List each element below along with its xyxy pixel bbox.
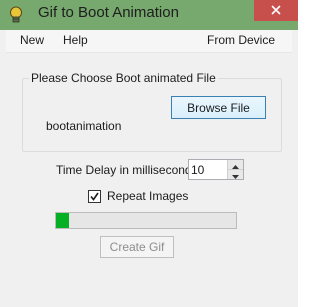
selected-file-name: bootanimation bbox=[46, 119, 122, 133]
lightbulb-app-icon bbox=[9, 6, 23, 24]
repeat-images-checkbox[interactable] bbox=[88, 190, 101, 203]
time-delay-input[interactable] bbox=[191, 161, 227, 178]
menu-from-device[interactable]: From Device bbox=[207, 33, 275, 47]
repeat-images-label[interactable]: Repeat Images bbox=[107, 189, 188, 203]
client-area: Please Choose Boot animated File Browse … bbox=[6, 53, 292, 299]
title-bar[interactable]: Gif to Boot Animation bbox=[0, 0, 298, 30]
progress-bar bbox=[55, 212, 237, 229]
browse-file-button[interactable]: Browse File bbox=[171, 96, 266, 119]
window-title: Gif to Boot Animation bbox=[38, 4, 179, 21]
close-icon bbox=[271, 2, 281, 20]
time-delay-stepper bbox=[188, 159, 244, 180]
file-group-legend: Please Choose Boot animated File bbox=[29, 71, 218, 85]
close-button[interactable] bbox=[254, 0, 298, 21]
time-delay-label: Time Delay in milliseconds bbox=[56, 163, 198, 177]
progress-fill bbox=[56, 213, 69, 228]
app-window: Gif to Boot Animation New Help From Devi… bbox=[0, 0, 298, 307]
menu-help[interactable]: Help bbox=[63, 33, 88, 47]
menu-new[interactable]: New bbox=[20, 33, 44, 47]
chevron-down-icon bbox=[232, 166, 239, 184]
create-gif-button[interactable]: Create Gif bbox=[100, 236, 174, 258]
spin-down-button[interactable] bbox=[227, 170, 243, 179]
menu-bar: New Help From Device bbox=[6, 30, 292, 53]
file-group-box: Please Choose Boot animated File Browse … bbox=[22, 71, 282, 152]
